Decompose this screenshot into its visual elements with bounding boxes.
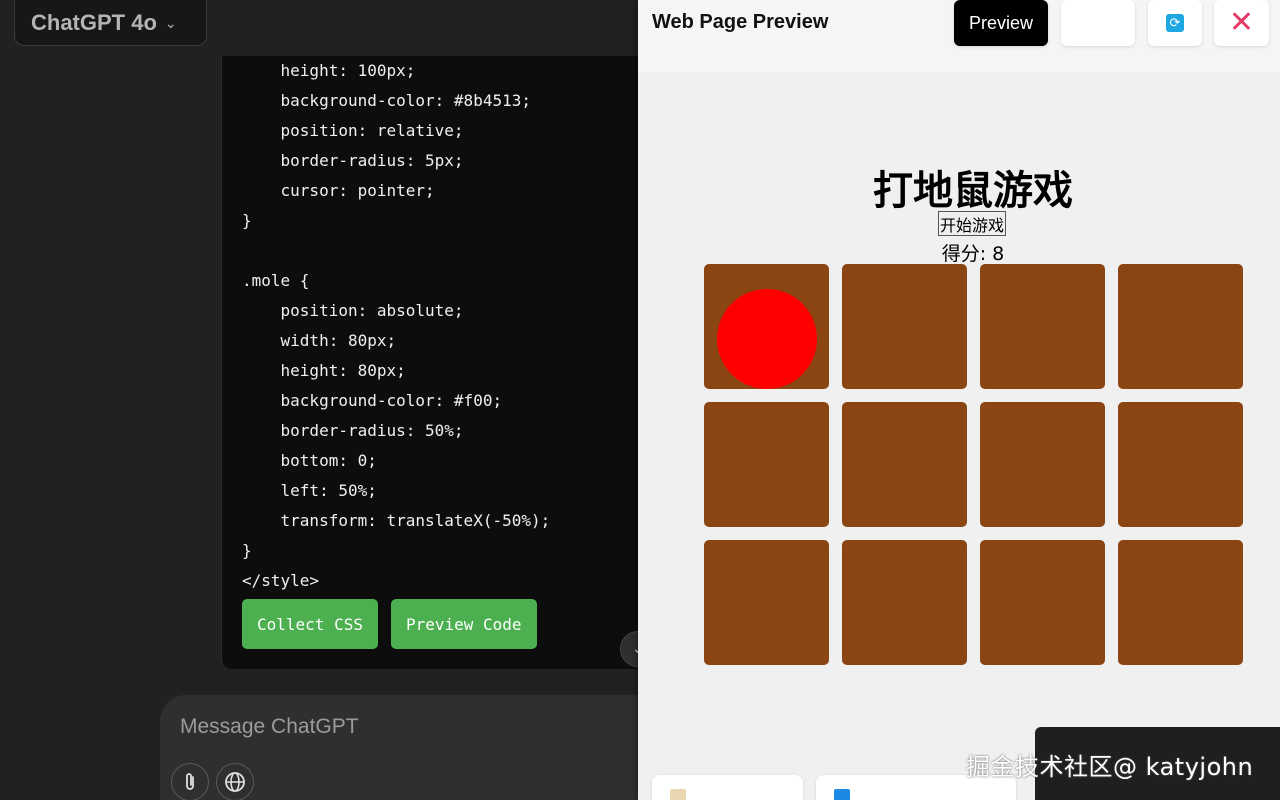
- refresh-icon: ⟳: [1166, 14, 1184, 32]
- mole-hole[interactable]: [842, 264, 967, 389]
- code-line: .mole {: [242, 271, 310, 290]
- code-block: height: 100px; background-color: #8b4513…: [221, 56, 638, 669]
- mole-hole[interactable]: [842, 540, 967, 665]
- attach-button[interactable]: [171, 763, 209, 800]
- score-display: 得分: 8: [941, 243, 1005, 265]
- code-line: </style>: [242, 571, 320, 590]
- start-game-button[interactable]: 开始游戏: [938, 211, 1007, 236]
- code-line: position: absolute;: [242, 301, 464, 320]
- panel-title: Web Page Preview: [652, 11, 829, 33]
- code-line: }: [242, 541, 252, 560]
- code-line: border-radius: 5px;: [242, 151, 464, 170]
- globe-icon: [225, 772, 245, 792]
- message-composer[interactable]: Message ChatGPT: [160, 695, 638, 800]
- mole-hole[interactable]: [980, 264, 1105, 389]
- preview-button[interactable]: Preview: [954, 0, 1048, 46]
- mole-hole[interactable]: [704, 540, 829, 665]
- mole-hole[interactable]: [1118, 402, 1243, 527]
- code-line: width: 80px;: [242, 331, 397, 350]
- bottom-card-1[interactable]: [652, 775, 803, 800]
- collect-css-button[interactable]: Collect CSS: [242, 599, 378, 649]
- refresh-button[interactable]: ⟳: [1148, 0, 1202, 46]
- chevron-down-icon: ⌄: [164, 15, 177, 31]
- mole-hole[interactable]: [980, 540, 1105, 665]
- code-view-button[interactable]: [1061, 0, 1135, 46]
- code-line: border-radius: 50%;: [242, 421, 464, 440]
- mole-hole[interactable]: [704, 264, 829, 389]
- chatgpt-pane: ChatGPT 4o ⌄ height: 100px; background-c…: [0, 0, 638, 800]
- mole-grid: [704, 264, 1243, 665]
- close-button[interactable]: ✕: [1214, 0, 1269, 46]
- clipboard-icon: [670, 789, 686, 800]
- mole-hole[interactable]: [1118, 540, 1243, 665]
- web-page-preview-panel: Web Page Preview Preview ⟳ ✕ 打地鼠游戏 开始游戏 …: [638, 0, 1280, 800]
- code-line: background-color: #8b4513;: [242, 91, 531, 110]
- model-label: ChatGPT 4o: [31, 9, 157, 35]
- code-actions: Collect CSS Preview Code: [242, 599, 537, 649]
- code-line: background-color: #f00;: [242, 391, 503, 410]
- code-line: left: 50%;: [242, 481, 377, 500]
- mole-hole[interactable]: [980, 402, 1105, 527]
- model-selector[interactable]: ChatGPT 4o ⌄: [14, 0, 207, 46]
- code-line: height: 80px;: [242, 361, 406, 380]
- preview-code-button[interactable]: Preview Code: [390, 599, 537, 649]
- mole-hole[interactable]: [704, 402, 829, 527]
- preview-header: Web Page Preview Preview ⟳ ✕: [638, 0, 1280, 72]
- close-icon: ✕: [1228, 5, 1255, 40]
- code-content: height: 100px; background-color: #8b4513…: [242, 56, 550, 596]
- paperclip-icon: [186, 773, 194, 790]
- mole-hole[interactable]: [1118, 264, 1243, 389]
- game-title: 打地鼠游戏: [873, 168, 1073, 214]
- code-line: cursor: pointer;: [242, 181, 435, 200]
- code-line: height: 100px;: [242, 61, 416, 80]
- info-icon: [834, 789, 850, 800]
- code-line: position: relative;: [242, 121, 464, 140]
- code-line: transform: translateX(-50%);: [242, 511, 551, 530]
- code-line: }: [242, 211, 252, 230]
- watermark-text: 掘金技术社区@ katyjohn: [966, 753, 1254, 781]
- search-web-button[interactable]: [216, 763, 254, 800]
- code-line: bottom: 0;: [242, 451, 377, 470]
- message-input[interactable]: Message ChatGPT: [180, 715, 359, 739]
- mole[interactable]: [716, 289, 817, 389]
- mole-hole[interactable]: [842, 402, 967, 527]
